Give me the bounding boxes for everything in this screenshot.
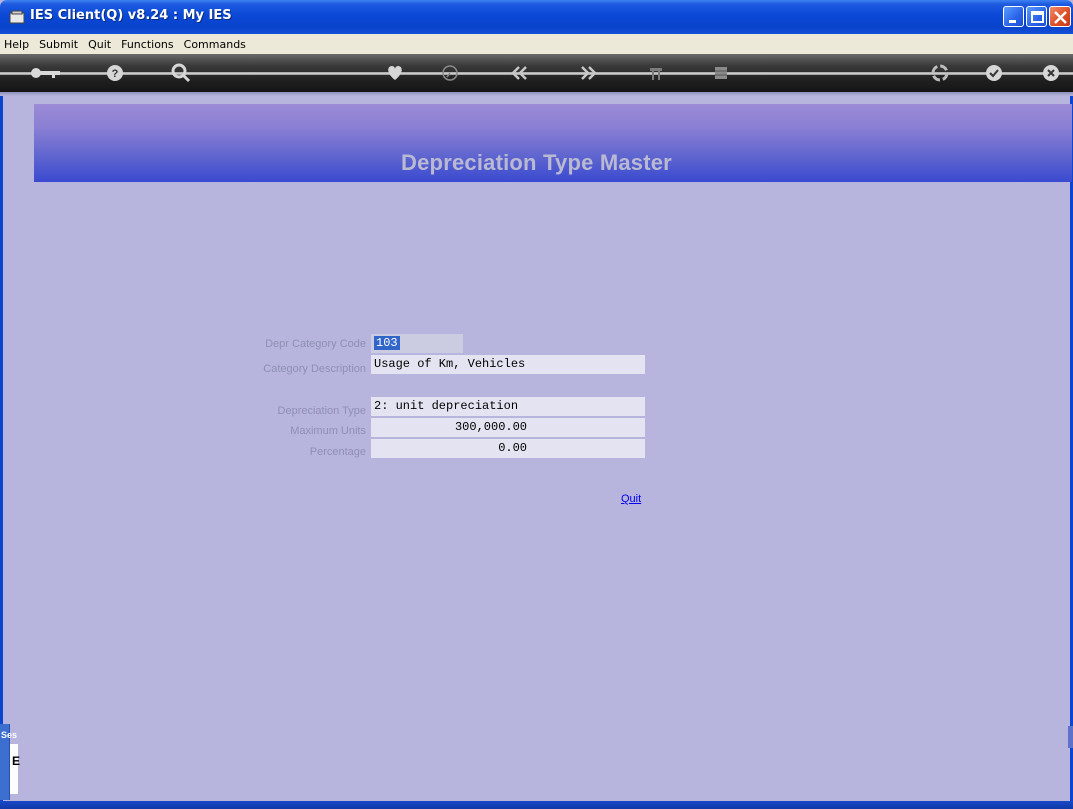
clock-icon[interactable] (439, 62, 461, 84)
right-scroll-marker[interactable] (1068, 726, 1073, 748)
maximum-units-field[interactable]: 300,000.00 (371, 418, 645, 437)
close-window-button[interactable] (1049, 6, 1071, 27)
page-title: Depreciation Type Master (401, 150, 672, 175)
session-label: Ses (1, 730, 18, 740)
depreciation-type-field[interactable]: 2: unit depreciation (371, 397, 645, 416)
depr-category-code-field[interactable]: 103 (371, 334, 463, 353)
percentage-label: Percentage (309, 446, 366, 458)
session-glyph: E (12, 754, 21, 768)
search-icon[interactable] (170, 62, 192, 84)
toolbar-shadow (0, 92, 1073, 96)
depr-category-code-label: Depr Category Code (265, 338, 366, 350)
depreciation-type-label: Depreciation Type (277, 405, 366, 417)
menu-functions[interactable]: Functions (121, 38, 174, 51)
grid-icon[interactable] (710, 62, 732, 84)
recycle-icon[interactable] (929, 62, 951, 84)
help-icon[interactable]: ? (104, 62, 126, 84)
menu-submit[interactable]: Submit (39, 38, 78, 51)
toolbar-rail (0, 72, 1073, 75)
close-icon (1054, 11, 1067, 24)
minimize-icon (1009, 20, 1016, 23)
session-box (10, 744, 18, 794)
quit-link[interactable]: Quit (621, 493, 641, 505)
check-icon[interactable] (983, 62, 1005, 84)
maximize-button[interactable] (1026, 6, 1047, 27)
key-icon[interactable] (28, 62, 64, 84)
menu-bar: Help Submit Quit Functions Commands (0, 34, 1073, 54)
forward-icon[interactable] (577, 62, 599, 84)
category-description-label: Category Description (263, 363, 366, 375)
toolbar: ? (0, 54, 1073, 92)
percentage-field[interactable]: 0.00 (371, 439, 645, 458)
menu-help[interactable]: Help (4, 38, 29, 51)
menu-commands[interactable]: Commands (184, 38, 246, 51)
window-title: IES Client(Q) v8.24 : My IES (30, 8, 232, 23)
category-description-field[interactable]: Usage of Km, Vehicles (371, 355, 645, 374)
menu-quit[interactable]: Quit (88, 38, 111, 51)
maximize-icon (1031, 11, 1044, 23)
cancel-icon[interactable] (1040, 62, 1062, 84)
minimize-button[interactable] (1003, 6, 1024, 27)
maximum-units-label: Maximum Units (290, 425, 366, 437)
window-titlebar[interactable]: IES Client(Q) v8.24 : My IES (0, 0, 1073, 34)
depr-category-code-value: 103 (374, 336, 400, 350)
svg-text:?: ? (112, 68, 119, 80)
tools-icon[interactable] (645, 62, 667, 84)
app-icon (9, 10, 25, 24)
window-bottom-border (0, 801, 1073, 809)
rewind-icon[interactable] (509, 62, 531, 84)
heart-icon[interactable] (384, 62, 406, 84)
